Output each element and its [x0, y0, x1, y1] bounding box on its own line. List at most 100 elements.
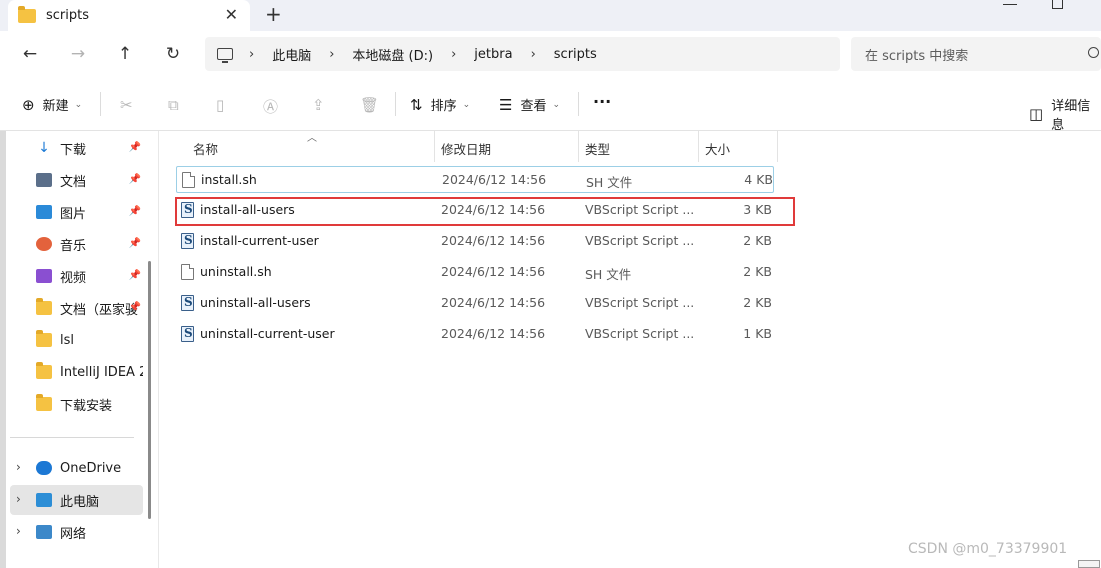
sidebar-item[interactable]: 音乐 📌 — [10, 229, 143, 259]
chevron-right-icon[interactable]: › — [531, 47, 536, 62]
view-button[interactable]: ☰ 查看 ⌄ — [499, 95, 561, 115]
copy-icon[interactable]: ⧉ — [168, 96, 179, 114]
sidebar-item-label: lsl — [60, 332, 74, 348]
minimize-button[interactable] — [1003, 4, 1017, 5]
music-icon — [36, 237, 52, 251]
column-divider[interactable] — [434, 131, 435, 162]
column-divider[interactable] — [777, 131, 778, 162]
divider — [100, 92, 101, 116]
sidebar-item[interactable]: lsl — [10, 325, 143, 355]
up-button[interactable]: ↑ — [114, 43, 136, 65]
more-icon: ··· — [593, 92, 612, 111]
new-tab-button[interactable]: + — [265, 4, 282, 24]
sidebar-item-label: IntelliJ IDEA 20 — [60, 364, 143, 380]
column-header-type[interactable]: 类型 — [585, 131, 610, 162]
file-row[interactable]: install-current-user 2024/6/12 14:56 VBScr… — [176, 228, 774, 255]
sidebar-item[interactable]: › 此电脑 — [10, 485, 143, 515]
breadcrumb-item[interactable]: 本地磁盘 (D:) — [352, 45, 433, 64]
paste-icon[interactable]: ▯ — [216, 96, 224, 114]
delete-icon[interactable]: 🗑 — [360, 96, 379, 114]
pin-icon[interactable]: 📌 — [129, 206, 141, 217]
sidebar-item[interactable]: 下载安装 — [10, 389, 143, 419]
breadcrumb-item[interactable]: scripts — [554, 47, 597, 62]
video-icon — [36, 269, 52, 283]
pin-icon[interactable]: 📌 — [129, 142, 141, 153]
window-edge — [0, 131, 6, 568]
column-divider[interactable] — [578, 131, 579, 162]
sidebar-item[interactable]: 视频 📌 — [10, 261, 143, 291]
sort-ascending-icon: ︿ — [307, 133, 317, 144]
tab-scripts[interactable]: scripts ✕ — [8, 0, 250, 31]
cut-icon[interactable]: ✂ — [120, 96, 133, 114]
view-toggle-button[interactable] — [1078, 560, 1100, 568]
details-pane-button[interactable]: ◫ 详细信息 — [1029, 95, 1101, 133]
sort-button[interactable]: ⇅ 排序 ⌄ — [410, 95, 471, 115]
column-header-date[interactable]: 修改日期 — [441, 131, 491, 162]
file-row[interactable]: uninstall-all-users 2024/6/12 14:56 VBScri… — [176, 290, 774, 317]
folder-icon — [36, 298, 52, 315]
chevron-right-icon[interactable]: › — [451, 47, 456, 62]
address-bar-row: ← → ↑ ↻ › 此电脑 › 本地磁盘 (D:) › jetbra › scr… — [0, 31, 1101, 78]
file-type: SH 文件 — [585, 267, 632, 282]
forward-button[interactable]: → — [67, 43, 89, 65]
chevron-right-icon[interactable]: › — [249, 47, 254, 62]
sidebar-item[interactable]: 图片 📌 — [10, 197, 143, 227]
breadcrumb-item[interactable]: jetbra — [474, 47, 512, 62]
pin-icon[interactable]: 📌 — [129, 302, 141, 313]
cloud-icon — [36, 461, 52, 475]
chevron-down-icon: ⌄ — [74, 99, 83, 110]
sidebar-item[interactable]: ↓ 下载 📌 — [10, 133, 143, 163]
sidebar-item-label: 网络 — [60, 526, 87, 542]
breadcrumb[interactable]: › 此电脑 › 本地磁盘 (D:) › jetbra › scripts — [205, 37, 840, 71]
file-name: install-current-user — [200, 233, 319, 248]
more-options-button[interactable]: ··· — [593, 92, 611, 111]
vbscript-file-icon — [181, 295, 194, 311]
file-size: 1 KB — [743, 326, 772, 341]
chevron-right-icon[interactable]: › — [16, 492, 21, 506]
sidebar-scrollbar[interactable] — [148, 261, 151, 519]
new-button[interactable]: ⊕ 新建 ⌄ — [22, 95, 83, 115]
chevron-right-icon[interactable]: › — [16, 460, 21, 474]
file-row[interactable]: uninstall.sh 2024/6/12 14:56 SH 文件 2 KB — [176, 259, 774, 286]
sidebar-item[interactable]: IntelliJ IDEA 20 — [10, 357, 143, 387]
sidebar-item[interactable]: 文档（巫家骏 📌 — [10, 293, 143, 323]
navigation-pane[interactable]: ↓ 下载 📌 文档 📌 图片 📌 音乐 📌 视频 📌 文档（巫家骏 📌 lsl IntelliJ IDEA … — [0, 131, 158, 568]
column-divider[interactable] — [698, 131, 699, 162]
sidebar-item-label: OneDrive — [60, 460, 122, 476]
vbscript-file-icon — [181, 326, 194, 342]
search-icon[interactable] — [1088, 47, 1099, 58]
file-date: 2024/6/12 14:56 — [441, 233, 546, 248]
download-icon: ↓ — [38, 140, 50, 156]
refresh-button[interactable]: ↻ — [162, 43, 184, 65]
column-header-size[interactable]: 大小 — [705, 131, 730, 162]
sidebar-divider — [10, 437, 134, 438]
breadcrumb-item[interactable]: 此电脑 — [272, 45, 311, 64]
back-button[interactable]: ← — [19, 43, 41, 65]
share-icon[interactable]: ⇪ — [312, 96, 325, 114]
rename-icon[interactable]: Ⓐ — [263, 96, 278, 117]
maximize-button[interactable] — [1052, 0, 1063, 9]
folder-icon — [36, 362, 52, 379]
chevron-right-icon[interactable]: › — [329, 47, 334, 62]
file-size: 2 KB — [743, 233, 772, 248]
vbscript-file-icon — [181, 233, 194, 249]
sidebar-item[interactable]: › 网络 — [10, 517, 143, 547]
close-tab-icon[interactable]: ✕ — [225, 6, 238, 24]
pin-icon[interactable]: 📌 — [129, 174, 141, 185]
chevron-right-icon[interactable]: › — [16, 524, 21, 538]
details-label: 详细信息 — [1051, 99, 1091, 133]
sort-label: 排序 — [430, 99, 457, 114]
search-input[interactable]: 在 scripts 中搜索 — [851, 37, 1101, 71]
pin-icon[interactable]: 📌 — [129, 238, 141, 249]
file-name: uninstall-all-users — [200, 295, 311, 310]
chevron-down-icon: ⌄ — [552, 99, 561, 110]
file-row[interactable]: install.sh 2024/6/12 14:56 SH 文件 4 KB — [176, 166, 774, 193]
text-file-icon — [181, 264, 194, 280]
file-type: VBScript Script ... — [585, 233, 695, 248]
sidebar-item[interactable]: › OneDrive — [10, 453, 143, 483]
chevron-down-icon: ⌄ — [462, 99, 471, 110]
sidebar-item[interactable]: 文档 📌 — [10, 165, 143, 195]
column-header-name[interactable]: 名称 — [193, 131, 218, 162]
pin-icon[interactable]: 📌 — [129, 270, 141, 281]
file-row[interactable]: uninstall-current-user 2024/6/12 14:56 VBS… — [176, 321, 774, 348]
